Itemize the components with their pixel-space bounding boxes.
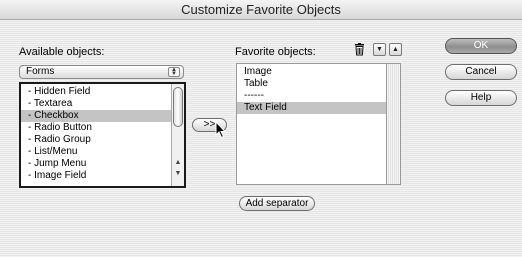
select-arrows-icon: ▲ ▼ <box>168 67 180 77</box>
list-item-checkbox[interactable]: - Checkbox <box>21 110 184 122</box>
help-button[interactable]: Help <box>445 90 517 106</box>
arrow-up-icon[interactable]: ▲ <box>389 43 402 56</box>
dialog-title: Customize Favorite Objects <box>181 2 341 17</box>
list-item-radio-group[interactable]: - Radio Group <box>21 134 184 146</box>
favorite-item-text-field[interactable]: Text Field <box>237 102 386 114</box>
dialog-title-bar: Customize Favorite Objects <box>0 0 522 20</box>
available-objects-list[interactable]: - Hidden Field - Textarea - Checkbox - R… <box>19 82 186 188</box>
scrollbar-thumb[interactable] <box>173 87 183 127</box>
category-select-value: Forms <box>26 66 55 77</box>
favorite-objects-label: Favorite objects: <box>235 46 316 58</box>
favorite-item-image[interactable]: Image <box>237 66 386 78</box>
scroll-down-icon[interactable]: ▼ <box>173 169 183 179</box>
favorite-item-separator[interactable]: ------ <box>237 90 386 102</box>
cancel-button[interactable]: Cancel <box>445 64 517 80</box>
scroll-up-icon[interactable]: ▲ <box>173 158 183 168</box>
list-item-list-menu[interactable]: - List/Menu <box>21 146 184 158</box>
list-item-radio-button[interactable]: - Radio Button <box>21 122 184 134</box>
available-objects-label: Available objects: <box>19 46 105 58</box>
arrow-down-icon[interactable]: ▼ <box>373 43 386 56</box>
favorite-list-scrollbar[interactable] <box>387 63 401 185</box>
favorite-item-table[interactable]: Table <box>237 78 386 90</box>
list-item-hidden-field[interactable]: - Hidden Field <box>21 86 184 98</box>
trash-icon[interactable] <box>353 43 366 56</box>
list-item-jump-menu[interactable]: - Jump Menu <box>21 158 184 170</box>
ok-button[interactable]: OK <box>445 38 517 54</box>
add-separator-button[interactable]: Add separator <box>239 196 315 211</box>
favorite-objects-list[interactable]: Image Table ------ Text Field <box>236 63 387 185</box>
category-select[interactable]: Forms ▲ ▼ <box>19 65 184 79</box>
list-item-textarea[interactable]: - Textarea <box>21 98 184 110</box>
list-item-image-field[interactable]: - Image Field <box>21 170 184 182</box>
available-list-scrollbar[interactable]: ▲ ▼ <box>171 84 184 186</box>
mouse-pointer-icon <box>215 121 227 139</box>
